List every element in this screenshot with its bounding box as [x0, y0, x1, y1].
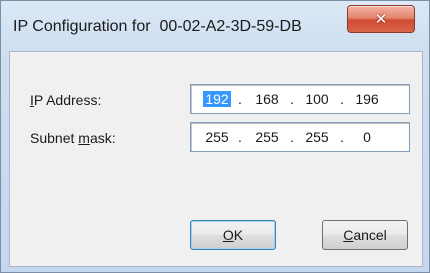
ip-configuration-dialog: IP Configuration for 00-02-A2-3D-59-DB ✕…	[0, 0, 430, 273]
ip-octet-2[interactable]: 168	[253, 91, 281, 107]
mask-separator: .	[340, 129, 344, 145]
dialog-body: IP Address: 192 . 168 . 100 . 196 Subnet…	[9, 51, 423, 267]
ok-button[interactable]: OK	[190, 220, 276, 250]
mask-octet-1[interactable]: 255	[203, 129, 231, 145]
subnet-mask-field[interactable]: 255 . 255 . 255 . 0	[190, 122, 410, 152]
mask-octet-2[interactable]: 255	[253, 129, 281, 145]
dialog-title: IP Configuration for 00-02-A2-3D-59-DB	[13, 18, 302, 35]
mask-separator: .	[290, 129, 294, 145]
close-icon: ✕	[374, 10, 388, 28]
cancel-button[interactable]: Cancel	[322, 220, 408, 250]
ip-octet-3[interactable]: 100	[303, 91, 331, 107]
title-bar[interactable]: IP Configuration for 00-02-A2-3D-59-DB ✕	[1, 1, 429, 51]
close-button[interactable]: ✕	[347, 5, 415, 33]
ip-separator: .	[238, 91, 242, 107]
mask-octet-4[interactable]: 0	[353, 129, 381, 145]
ip-octet-1[interactable]: 192	[203, 91, 231, 107]
subnet-mask-label: Subnet mask:	[30, 130, 116, 146]
ip-octet-4[interactable]: 196	[353, 91, 381, 107]
ip-address-label: IP Address:	[30, 92, 102, 108]
ip-separator: .	[290, 91, 294, 107]
ip-address-field[interactable]: 192 . 168 . 100 . 196	[190, 84, 410, 114]
mask-separator: .	[238, 129, 242, 145]
mask-octet-3[interactable]: 255	[303, 129, 331, 145]
ip-separator: .	[340, 91, 344, 107]
